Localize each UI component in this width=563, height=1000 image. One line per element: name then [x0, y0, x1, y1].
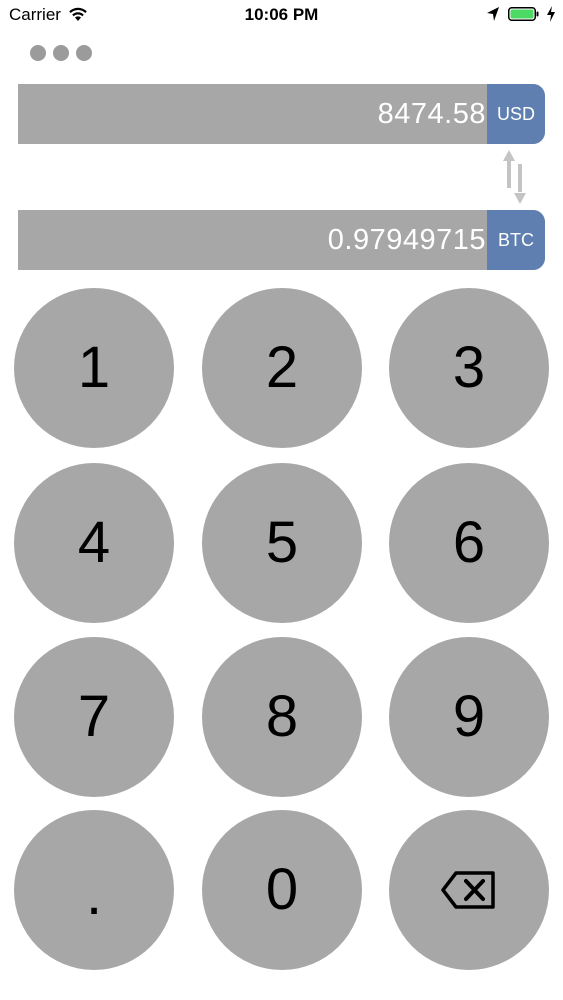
key-0[interactable]: 0 — [202, 810, 362, 970]
menu-dot — [76, 45, 92, 61]
key-decimal[interactable]: . — [14, 810, 174, 970]
status-bar: Carrier 10:06 PM — [0, 0, 563, 30]
more-dots-icon[interactable] — [30, 45, 94, 63]
charging-bolt-icon — [547, 6, 555, 22]
from-amount-value: 8474.58 — [377, 98, 486, 130]
key-4[interactable]: 4 — [14, 463, 174, 623]
from-currency-button[interactable]: USD — [487, 84, 545, 144]
swap-arrows-icon[interactable] — [502, 148, 528, 206]
location-arrow-icon — [487, 7, 499, 21]
to-amount-field[interactable]: 0.97949715 BTC — [18, 210, 545, 270]
key-7[interactable]: 7 — [14, 637, 174, 797]
key-8[interactable]: 8 — [202, 637, 362, 797]
to-amount-value: 0.97949715 — [327, 224, 486, 256]
key-2[interactable]: 2 — [202, 288, 362, 448]
backspace-button[interactable] — [389, 810, 549, 970]
from-amount-field[interactable]: 8474.58 USD — [18, 84, 545, 144]
key-6[interactable]: 6 — [389, 463, 549, 623]
battery-icon — [508, 7, 539, 21]
clock-time: 10:06 PM — [244, 5, 319, 24]
menu-dot — [30, 45, 46, 61]
key-1[interactable]: 1 — [14, 288, 174, 448]
backspace-icon — [441, 871, 495, 909]
key-3[interactable]: 3 — [389, 288, 549, 448]
key-9[interactable]: 9 — [389, 637, 549, 797]
menu-dot — [53, 45, 69, 61]
to-currency-button[interactable]: BTC — [487, 210, 545, 270]
key-5[interactable]: 5 — [202, 463, 362, 623]
